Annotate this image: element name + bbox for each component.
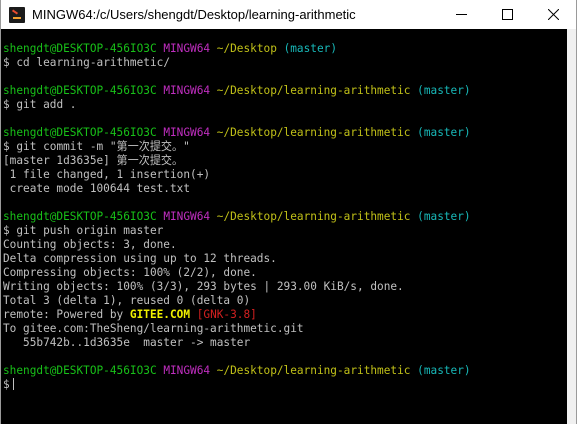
- command-text: git add .: [16, 98, 77, 111]
- prompt-shell: MINGW64: [163, 126, 211, 139]
- output-line: Writing objects: 100% (3/3), 293 bytes |…: [3, 280, 404, 293]
- prompt-shell: MINGW64: [163, 364, 211, 377]
- prompt-symbol: $: [3, 140, 10, 153]
- terminal-output[interactable]: shengdt@DESKTOP-456IO3C MINGW64 ~/Deskto…: [1, 29, 567, 424]
- window-controls: [438, 0, 576, 29]
- window-title: MINGW64:/c/Users/shengdt/Desktop/learnin…: [32, 7, 356, 22]
- command-text: git push origin master: [16, 224, 164, 237]
- prompt-line: shengdt@DESKTOP-456IO3C MINGW64 ~/Deskto…: [3, 210, 567, 224]
- prompt-line: shengdt@DESKTOP-456IO3C MINGW64 ~/Deskto…: [3, 126, 567, 140]
- scrollbar[interactable]: [567, 29, 576, 424]
- output-line: remote: Powered by GITEE.COM [GNK-3.8]: [3, 308, 567, 322]
- command-line: $ git push origin master: [3, 224, 567, 238]
- output-line: Delta compression using up to 12 threads…: [3, 252, 277, 265]
- prompt-path: ~/Desktop: [216, 42, 277, 55]
- prompt-shell: MINGW64: [163, 210, 211, 223]
- prompt-symbol: $: [3, 378, 10, 391]
- remote-prefix: remote: Powered by: [3, 308, 130, 321]
- text-cursor: [12, 378, 14, 390]
- output-line: Counting objects: 3, done.: [3, 238, 177, 251]
- prompt-line: shengdt@DESKTOP-456IO3C MINGW64 ~/Deskto…: [3, 42, 567, 56]
- prompt-line: shengdt@DESKTOP-456IO3C MINGW64 ~/Deskto…: [3, 84, 567, 98]
- output-line: Compressing objects: 100% (2/2), done.: [3, 266, 257, 279]
- close-icon[interactable]: [530, 0, 576, 29]
- prompt-path: ~/Desktop/learning-arithmetic: [216, 84, 411, 97]
- prompt-path: ~/Desktop/learning-arithmetic: [216, 364, 411, 377]
- prompt-path: ~/Desktop/learning-arithmetic: [216, 126, 411, 139]
- prompt-branch: (master): [417, 364, 471, 377]
- command-line[interactable]: $: [3, 378, 567, 392]
- git-bash-icon: [9, 6, 25, 23]
- minimize-icon[interactable]: [438, 0, 484, 29]
- prompt-branch: (master): [417, 84, 471, 97]
- output-line: create mode 100644 test.txt: [3, 182, 191, 195]
- command-line: $ git add .: [3, 98, 567, 112]
- prompt-user-host: shengdt@DESKTOP-456IO3C: [3, 364, 157, 377]
- prompt-user-host: shengdt@DESKTOP-456IO3C: [3, 210, 157, 223]
- terminal-window: MINGW64:/c/Users/shengdt/Desktop/learnin…: [0, 0, 577, 424]
- prompt-symbol: $: [3, 224, 10, 237]
- output-line: To gitee.com:TheSheng/learning-arithmeti…: [3, 322, 304, 335]
- command-line: $ cd learning-arithmetic/: [3, 56, 567, 70]
- prompt-symbol: $: [3, 98, 10, 111]
- command-line: $ git commit -m "第一次提交。": [3, 140, 567, 154]
- output-line: [master 1d3635e] 第一次提交。: [3, 154, 184, 167]
- maximize-icon[interactable]: [484, 0, 530, 29]
- prompt-branch: (master): [417, 126, 471, 139]
- title-bar[interactable]: MINGW64:/c/Users/shengdt/Desktop/learnin…: [1, 0, 576, 29]
- remote-gitee: GITEE.COM: [129, 308, 191, 321]
- prompt-user-host: shengdt@DESKTOP-456IO3C: [3, 126, 157, 139]
- output-line: 55b742b..1d3635e master -> master: [3, 336, 251, 349]
- prompt-symbol: $: [3, 56, 10, 69]
- prompt-branch: (master): [283, 42, 338, 55]
- prompt-shell: MINGW64: [163, 42, 211, 55]
- command-text: cd learning-arithmetic/: [16, 56, 170, 69]
- prompt-path: ~/Desktop/learning-arithmetic: [216, 210, 411, 223]
- prompt-branch: (master): [417, 210, 471, 223]
- output-line: 1 file changed, 1 insertion(+): [3, 168, 211, 181]
- prompt-user-host: shengdt@DESKTOP-456IO3C: [3, 42, 157, 55]
- remote-tag: [GNK-3.8]: [196, 308, 257, 321]
- prompt-user-host: shengdt@DESKTOP-456IO3C: [3, 84, 157, 97]
- command-text: git commit -m "第一次提交。": [16, 140, 190, 153]
- prompt-shell: MINGW64: [163, 84, 211, 97]
- prompt-line: shengdt@DESKTOP-456IO3C MINGW64 ~/Deskto…: [3, 364, 567, 378]
- output-line: Total 3 (delta 1), reused 0 (delta 0): [3, 294, 251, 307]
